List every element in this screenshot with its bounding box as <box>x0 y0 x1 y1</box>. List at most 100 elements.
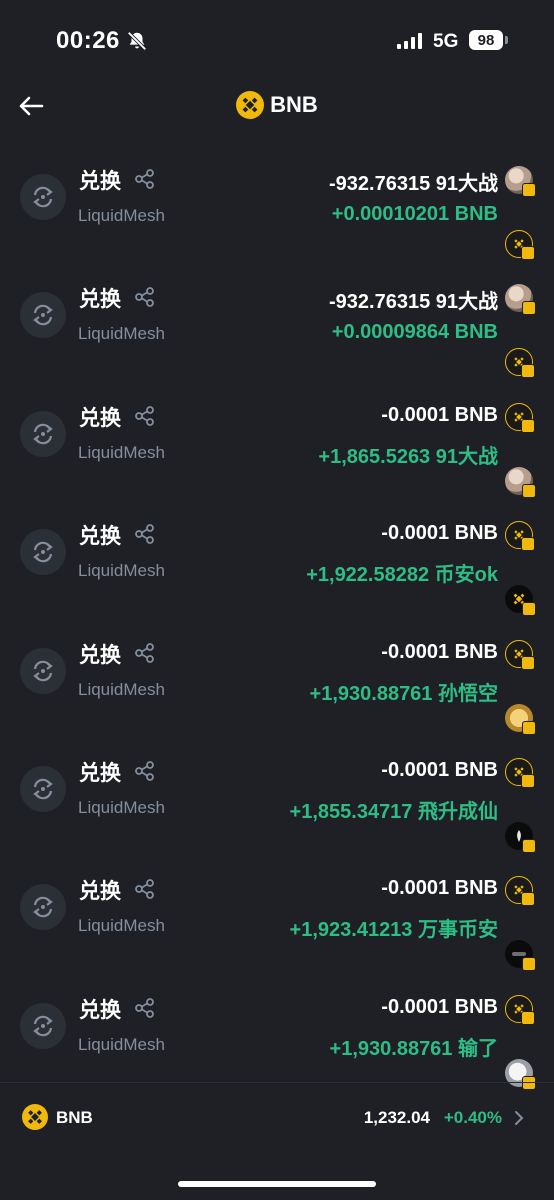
share-icon[interactable] <box>134 405 156 427</box>
swap-icon <box>20 410 66 457</box>
bnb-chain-badge <box>521 773 535 788</box>
transaction-type: 兑换 <box>79 998 121 1022</box>
share-icon[interactable] <box>134 760 156 782</box>
swap-icon <box>20 884 66 931</box>
transaction-type: 兑换 <box>79 525 121 549</box>
transaction-type: 兑换 <box>79 170 121 193</box>
transaction-provider: LiquidMesh <box>78 561 165 581</box>
bnb-chain-badge <box>522 183 536 197</box>
token-avatar-icon <box>505 466 536 498</box>
token-avatar-icon <box>505 166 536 197</box>
amount-in: +0.00009864 BNB <box>331 321 498 344</box>
bnb-chain-badge <box>522 483 536 498</box>
footer-price-change: +0.40% <box>443 1108 502 1127</box>
page-title: BNB <box>270 92 318 117</box>
transaction-row[interactable]: 兑换 LiquidMesh -932.76315 91大战 +0.0000986… <box>0 268 554 386</box>
transaction-list: 兑换 LiquidMesh -932.76315 91大战 +0.0001020… <box>0 150 554 1097</box>
amount-out: -932.76315 91大战 <box>328 291 498 314</box>
token-avatar-icon <box>505 940 536 972</box>
bnb-chain-badge <box>522 957 536 972</box>
amount-out: -0.0001 BNB <box>381 522 498 545</box>
bnb-chain-badge <box>522 838 536 853</box>
transaction-row[interactable]: 兑换 LiquidMesh -0.0001 BNB +1,855.34717 飛… <box>0 742 554 860</box>
bnb-chain-badge <box>522 301 536 316</box>
transaction-row[interactable]: 兑换 LiquidMesh -0.0001 BNB +1,930.88761 孙… <box>0 624 554 742</box>
bnb-chain-badge <box>521 246 535 260</box>
bnb-coin-icon <box>505 757 535 788</box>
amount-out: -932.76315 91大战 <box>328 173 498 195</box>
bell-slash-icon <box>127 31 147 51</box>
bnb-coin-icon <box>505 994 535 1025</box>
token-avatar-icon <box>505 703 536 735</box>
transaction-row[interactable]: 兑换 LiquidMesh -0.0001 BNB +1,923.41213 万… <box>0 860 554 978</box>
transaction-type: 兑换 <box>79 288 121 312</box>
chevron-right-icon[interactable] <box>512 1109 526 1127</box>
bnb-chain-badge <box>521 892 535 907</box>
transaction-provider: LiquidMesh <box>78 442 165 462</box>
swap-icon <box>20 647 66 694</box>
share-icon[interactable] <box>134 523 156 545</box>
bnb-coin-icon <box>505 876 535 907</box>
footer-token-price: 1,232.04 <box>363 1108 430 1127</box>
bnb-coin-icon <box>505 402 535 433</box>
token-price-bar[interactable]: BNB 1,232.04 +0.40% <box>0 1096 554 1140</box>
transaction-provider: LiquidMesh <box>78 916 165 936</box>
share-icon[interactable] <box>134 878 156 900</box>
bnb-chain-badge <box>522 720 536 735</box>
transaction-row[interactable]: 兑换 LiquidMesh -0.0001 BNB +1,865.5263 91… <box>0 387 554 505</box>
bnb-chain-badge <box>521 418 535 433</box>
home-indicator[interactable] <box>178 1181 376 1187</box>
transaction-type: 兑换 <box>79 406 121 430</box>
transaction-type: 兑换 <box>79 643 121 667</box>
amount-in: +1,930.88761 孙悟空 <box>309 682 498 705</box>
bnb-coin-icon <box>505 230 535 260</box>
amount-in: +1,865.5263 91大战 <box>318 445 498 468</box>
transaction-provider: LiquidMesh <box>78 206 165 225</box>
token-avatar-icon <box>505 821 536 853</box>
bnb-coin-icon <box>505 639 535 670</box>
amount-in: +1,930.88761 输了 <box>329 1037 498 1060</box>
bnb-chain-badge <box>521 537 535 552</box>
amount-out: -0.0001 BNB <box>381 640 498 663</box>
amount-in: +1,923.41213 万事币安 <box>289 919 498 942</box>
transaction-provider: LiquidMesh <box>78 797 165 817</box>
bnb-coin-icon <box>505 348 535 379</box>
amount-in: +1,855.34717 飛升成仙 <box>289 800 498 823</box>
bnb-chain-badge <box>521 1010 535 1025</box>
bnb-chain-badge <box>522 602 536 617</box>
header: BNB <box>0 84 554 128</box>
bnb-coin-icon <box>505 521 535 552</box>
battery-tip <box>505 36 508 44</box>
footer-divider <box>0 1082 554 1083</box>
share-icon[interactable] <box>134 168 156 190</box>
share-icon[interactable] <box>134 286 156 308</box>
token-avatar-icon <box>505 284 536 316</box>
token-avatar-icon <box>505 585 536 617</box>
transaction-type: 兑换 <box>79 880 121 904</box>
swap-icon <box>20 1002 66 1049</box>
transaction-row[interactable]: 兑换 LiquidMesh -932.76315 91大战 +0.0001020… <box>0 150 554 268</box>
bnb-coin-icon <box>22 1104 48 1130</box>
amount-in: +0.00010201 BNB <box>331 203 498 225</box>
status-time: 00:26 <box>56 27 120 54</box>
page-title-group: BNB <box>0 91 554 119</box>
status-bar: 00:26 5G 98 <box>0 0 554 84</box>
swap-icon <box>20 529 66 576</box>
swap-icon <box>20 292 66 339</box>
bnb-chain-badge <box>521 655 535 670</box>
share-icon[interactable] <box>134 642 156 664</box>
amount-out: -0.0001 BNB <box>381 758 498 781</box>
transaction-row[interactable]: 兑换 LiquidMesh -0.0001 BNB +1,922.58282 币… <box>0 505 554 623</box>
battery-icon: 98 <box>469 30 503 50</box>
footer-token-name: BNB <box>56 1108 93 1127</box>
transaction-row[interactable]: 兑换 LiquidMesh -0.0001 BNB +1,930.88761 输… <box>0 979 554 1097</box>
transaction-provider: LiquidMesh <box>78 1034 165 1054</box>
bnb-chain-badge <box>521 364 535 379</box>
signal-icon <box>397 33 422 49</box>
amount-out: -0.0001 BNB <box>381 995 498 1018</box>
transaction-type: 兑换 <box>79 761 121 785</box>
network-label: 5G <box>433 31 459 52</box>
transaction-provider: LiquidMesh <box>78 324 165 344</box>
share-icon[interactable] <box>134 997 156 1019</box>
swap-icon <box>20 765 66 812</box>
